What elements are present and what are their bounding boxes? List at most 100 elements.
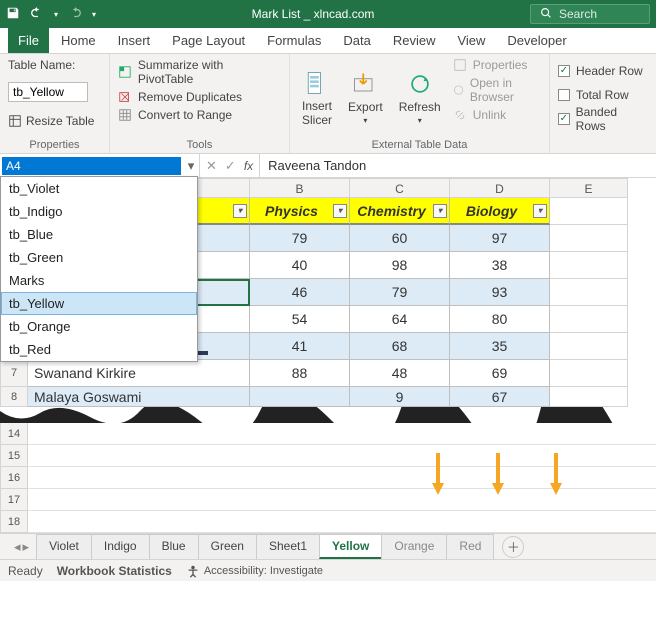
cell[interactable]: 35 [450,333,550,360]
search-input[interactable] [559,7,656,21]
cell[interactable]: 38 [450,252,550,279]
cell[interactable]: Malaya Goswami [28,387,250,407]
cell[interactable] [550,333,628,360]
name-item-tb_Orange[interactable]: tb_Orange [1,315,197,338]
redo-icon[interactable] [68,6,82,23]
sheet-tab-indigo[interactable]: Indigo [91,534,150,559]
resize-table-button[interactable]: Resize Table [8,114,101,128]
cell[interactable]: 69 [450,360,550,387]
save-icon[interactable] [6,6,20,23]
sheet-tab-sheet1[interactable]: Sheet1 [256,534,320,559]
cell[interactable] [550,306,628,333]
filter-dropdown-icon[interactable]: ▾ [333,204,347,218]
new-sheet-button[interactable]: ＋ [502,536,524,558]
cell[interactable]: 68 [350,333,450,360]
name-item-tb_Green[interactable]: tb_Green [1,246,197,269]
name-box[interactable]: A4 ▾ [0,154,199,177]
row-header[interactable]: 18 [0,511,28,533]
cell[interactable]: 98 [350,252,450,279]
insert-slicer-button[interactable]: Insert Slicer [298,58,336,137]
cell[interactable]: 48 [350,360,450,387]
cell[interactable]: 88 [250,360,350,387]
cell[interactable] [28,445,656,467]
name-box-value[interactable]: A4 [2,157,181,175]
sheet-tab-violet[interactable]: Violet [36,534,92,559]
cell[interactable]: Swanand Kirkire [28,360,250,387]
formula-bar-input[interactable]: Raveena Tandon [260,154,656,177]
remove-duplicates-button[interactable]: Remove Duplicates [118,90,281,104]
filter-dropdown-icon[interactable]: ▾ [233,204,247,218]
tell-me-search[interactable] [530,4,650,24]
sheet-tab-yellow[interactable]: Yellow [319,534,382,559]
cell[interactable] [550,279,628,306]
cell[interactable]: 46 [250,279,350,306]
tab-scroll-right-icon[interactable]: ▸ [23,539,30,555]
total-row-checkbox[interactable]: Total Row [558,86,648,104]
cell[interactable]: 79 [350,279,450,306]
sheet-tab-orange[interactable]: Orange [381,534,447,559]
name-box-dropdown-icon[interactable]: ▾ [183,158,199,174]
name-item-tb_Blue[interactable]: tb_Blue [1,223,197,246]
name-item-tb_Yellow[interactable]: tb_Yellow [1,292,197,315]
row-header[interactable]: 8 [0,387,28,407]
cell[interactable]: 41 [250,333,350,360]
table-header[interactable]: Chemistry▾ [350,198,450,225]
workbook-statistics-button[interactable]: Workbook Statistics [57,564,172,578]
refresh-button[interactable]: Refresh▾ [395,58,445,137]
table-header[interactable]: Physics▾ [250,198,350,225]
tab-page-layout[interactable]: Page Layout [162,28,255,53]
cell[interactable]: 9 [350,387,450,407]
cell[interactable]: 64 [350,306,450,333]
row-header[interactable]: 17 [0,489,28,511]
filter-dropdown-icon[interactable]: ▾ [433,204,447,218]
cell[interactable] [28,467,656,489]
cell[interactable]: 79 [250,225,350,252]
undo-icon[interactable] [30,6,44,23]
cell[interactable]: 80 [450,306,550,333]
row-header[interactable]: 7 [0,360,28,387]
table-name-input[interactable] [8,82,88,102]
tab-scroll-left-icon[interactable]: ◂ [14,539,21,555]
tab-data[interactable]: Data [333,28,380,53]
sheet-tab-blue[interactable]: Blue [149,534,199,559]
cell[interactable]: 40 [250,252,350,279]
cell[interactable] [550,360,628,387]
cell[interactable] [550,252,628,279]
undo-dropdown-icon[interactable]: ▾ [54,10,58,19]
col-header-d[interactable]: D [450,178,550,198]
col-header-c[interactable]: C [350,178,450,198]
export-button[interactable]: Export▾ [344,58,387,137]
tab-view[interactable]: View [447,28,495,53]
sheet-tab-red[interactable]: Red [446,534,494,559]
name-item-tb_Violet[interactable]: tb_Violet [1,177,197,200]
cell[interactable]: 60 [350,225,450,252]
cell[interactable] [28,511,656,533]
row-header[interactable]: 15 [0,445,28,467]
table-header[interactable]: Biology▾ [450,198,550,225]
name-item-Marks[interactable]: Marks [1,269,197,292]
name-item-tb_Indigo[interactable]: tb_Indigo [1,200,197,223]
fx-icon[interactable]: fx [244,159,253,173]
filter-dropdown-icon[interactable]: ▾ [533,204,547,218]
banded-rows-checkbox[interactable]: Banded Rows [558,110,648,128]
header-row-checkbox[interactable]: Header Row [558,62,648,80]
accessibility-status[interactable]: Accessibility: Investigate [186,564,323,578]
cell[interactable]: 97 [450,225,550,252]
cell[interactable] [28,423,656,445]
row-header[interactable]: 16 [0,467,28,489]
tab-developer[interactable]: Developer [497,28,576,53]
tab-formulas[interactable]: Formulas [257,28,331,53]
tab-file[interactable]: File [8,28,49,53]
row-header[interactable]: 14 [0,423,28,445]
cell[interactable] [28,489,656,511]
convert-range-button[interactable]: Convert to Range [118,108,281,122]
cell[interactable]: 54 [250,306,350,333]
col-header-e[interactable]: E [550,178,628,198]
tab-insert[interactable]: Insert [108,28,161,53]
col-header-b[interactable]: B [250,178,350,198]
cell[interactable] [250,387,350,407]
summarize-pivot-button[interactable]: Summarize with PivotTable [118,58,281,86]
tab-review[interactable]: Review [383,28,446,53]
cell[interactable]: 93 [450,279,550,306]
cell[interactable]: 67 [450,387,550,407]
